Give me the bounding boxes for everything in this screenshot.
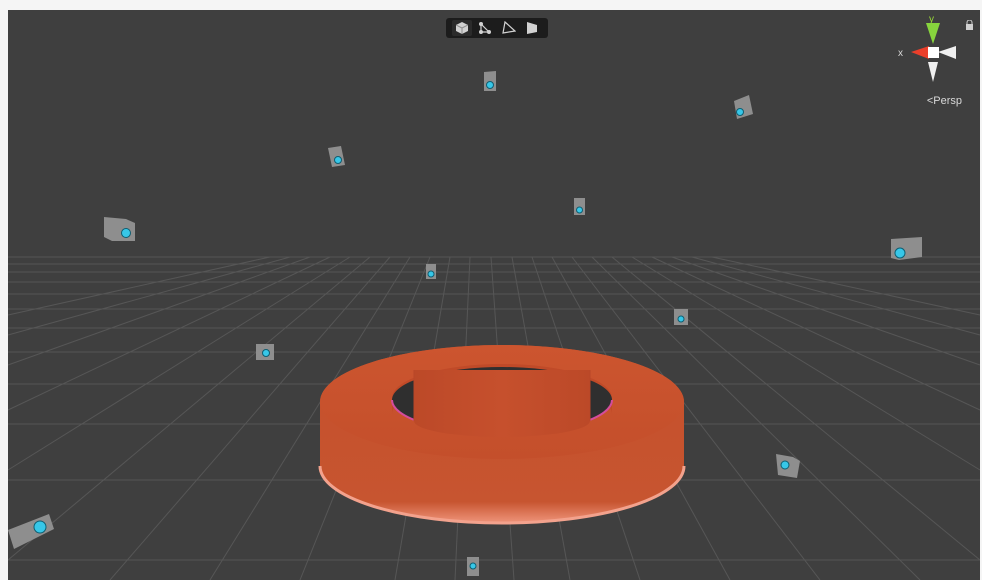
camera-icon[interactable] (467, 557, 479, 576)
camera-icon[interactable] (674, 309, 688, 325)
scene-canvas[interactable] (0, 0, 982, 580)
camera-icon[interactable] (328, 146, 345, 167)
projection-toggle[interactable]: <Persp (927, 95, 962, 107)
projection-label: Persp (933, 95, 962, 107)
gizmo-center-cube[interactable] (928, 47, 939, 58)
cube-icon (455, 22, 468, 34)
camera-icon[interactable] (104, 217, 135, 241)
camera-icon[interactable] (574, 198, 585, 215)
camera-icon[interactable] (256, 344, 274, 360)
camera-icon[interactable] (891, 237, 922, 260)
scene-toolbar (446, 18, 548, 38)
scene-view[interactable]: y x <Persp (0, 0, 982, 580)
shaded-wireframe-button[interactable] (499, 20, 519, 36)
camera-icon[interactable] (8, 514, 54, 549)
camera-icon[interactable] (426, 264, 436, 279)
y-axis-cone (926, 23, 940, 44)
lock-icon[interactable] (965, 20, 974, 30)
custom-mode-button[interactable] (522, 20, 542, 36)
x-axis-cone (911, 46, 929, 59)
neg-x-axis-cone (938, 46, 956, 59)
wireframe-mode-button[interactable] (475, 20, 495, 36)
triangle-icon (502, 21, 516, 34)
neg-y-axis-cone (928, 62, 938, 82)
shape-icon (527, 22, 538, 34)
camera-icon[interactable] (484, 71, 496, 91)
nodes-icon (479, 22, 492, 34)
shaded-mode-button[interactable] (451, 20, 472, 36)
orange-ring[interactable] (318, 345, 686, 525)
camera-icon[interactable] (734, 95, 753, 119)
gizmo-x-label: x (898, 48, 903, 59)
